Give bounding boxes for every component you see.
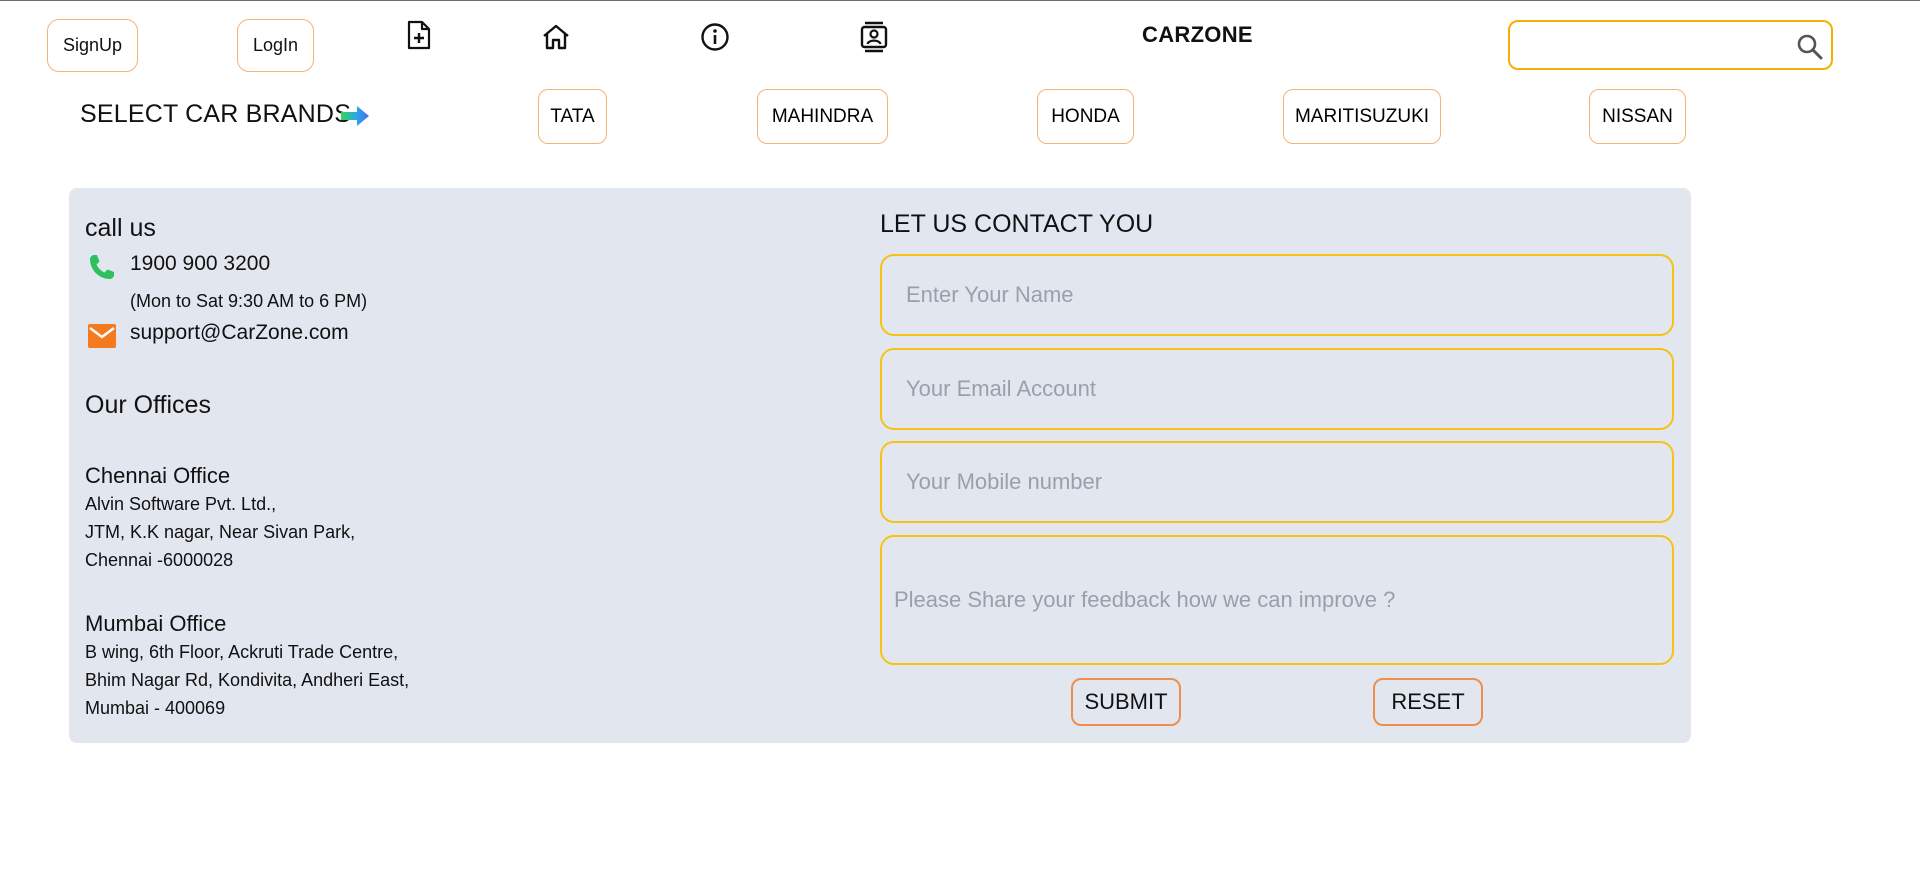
office-address-line: Alvin Software Pvt. Ltd., [85, 494, 277, 514]
office-address-line: B wing, 6th Floor, Ackruti Trade Centre, [85, 642, 399, 662]
feedback-textarea[interactable] [880, 535, 1674, 665]
right-arrow-icon [341, 106, 369, 126]
login-button[interactable]: LogIn [237, 19, 314, 72]
name-input[interactable] [880, 254, 1674, 336]
office-name: Chennai Office [85, 463, 231, 488]
mobile-input[interactable] [880, 441, 1674, 523]
office-address-line: Bhim Nagar Rd, Kondivita, Andheri East, [85, 670, 410, 690]
phone-number[interactable]: 1900 900 3200 [130, 252, 270, 276]
brand-button-honda[interactable]: HONDA [1037, 89, 1134, 144]
brand-button-maritisuzuki[interactable]: MARITISUZUKI [1283, 89, 1441, 144]
office-address-line: JTM, K.K nagar, Near Sivan Park, [85, 522, 356, 542]
office-name: Mumbai Office [85, 611, 227, 636]
select-brands-label: SELECT CAR BRANDS [80, 100, 352, 128]
info-icon[interactable] [699, 21, 731, 53]
support-hours: (Mon to Sat 9:30 AM to 6 PM) [130, 291, 368, 311]
home-icon[interactable] [540, 21, 572, 53]
call-us-title: call us [85, 214, 156, 242]
offices-title: Our Offices [85, 391, 211, 419]
submit-button[interactable]: SUBMIT [1071, 678, 1181, 726]
phone-icon [90, 255, 114, 279]
search-icon[interactable] [1795, 32, 1825, 62]
reset-button[interactable]: RESET [1373, 678, 1483, 726]
support-email[interactable]: support@CarZone.com [130, 321, 349, 345]
brand-button-nissan[interactable]: NISSAN [1589, 89, 1686, 144]
mail-icon [88, 324, 116, 348]
site-logo-title: CARZONE [1142, 22, 1253, 47]
brand-button-mahindra[interactable]: MAHINDRA [757, 89, 888, 144]
brand-button-tata[interactable]: TATA [538, 89, 607, 144]
signup-button[interactable]: SignUp [47, 19, 138, 72]
add-document-icon[interactable] [403, 19, 435, 51]
email-input[interactable] [880, 348, 1674, 430]
search-input[interactable] [1520, 28, 1784, 64]
search-box [1508, 20, 1833, 70]
office-address-line: Chennai -6000028 [85, 550, 234, 570]
top-border [0, 0, 1920, 1]
contacts-icon[interactable] [858, 21, 890, 53]
contact-form-title: LET US CONTACT YOU [880, 210, 1154, 238]
office-address-line: Mumbai - 400069 [85, 698, 226, 718]
